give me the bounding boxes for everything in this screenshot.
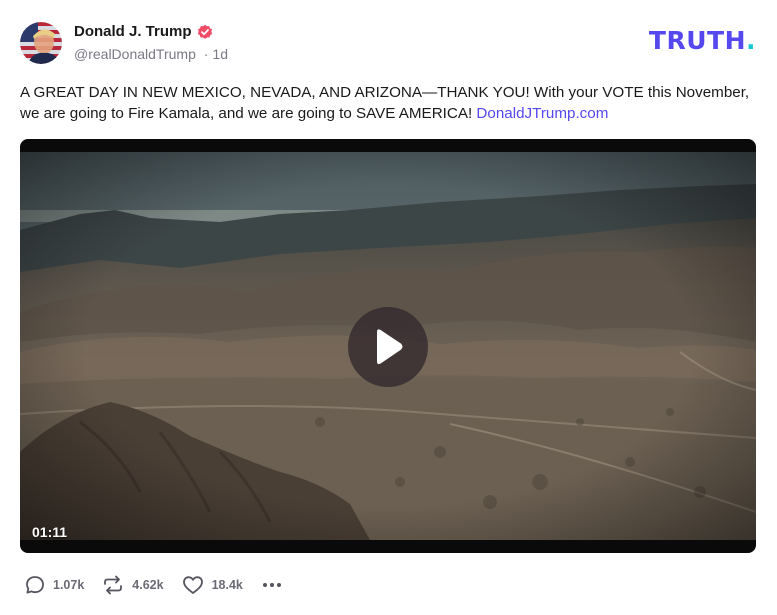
reply-count: 1.07k (53, 578, 85, 592)
more-options-button[interactable] (261, 575, 283, 595)
like-button[interactable]: 18.4k (182, 575, 243, 595)
post-link[interactable]: DonaldJTrump.com (476, 105, 608, 122)
truth-post: Donald J. Trump @realDonaldTrump · 1d TRU… (0, 0, 777, 615)
reply-button[interactable]: 1.07k (25, 575, 84, 595)
truth-social-logo[interactable]: TRUTH. (649, 28, 756, 53)
author-name[interactable]: Donald J. Trump (74, 23, 192, 40)
author-name-row[interactable]: Donald J. Trump (74, 23, 213, 40)
handle-line: @realDonaldTrump · 1d (74, 46, 228, 62)
comment-bubble-icon (26, 576, 44, 594)
author-handle[interactable]: @realDonaldTrump (74, 46, 196, 62)
video-player[interactable]: 01:11 (20, 139, 756, 553)
verified-badge-icon (197, 24, 213, 40)
video-duration: 01:11 (32, 524, 68, 540)
retruth-count: 4.62k (132, 578, 164, 592)
post-actions: 1.07k 4.62k 18.4k (25, 574, 301, 596)
play-button[interactable] (348, 307, 428, 387)
post-body: A GREAT DAY IN NEW MEXICO, NEVADA, AND A… (20, 84, 750, 122)
post-text: A GREAT DAY IN NEW MEXICO, NEVADA, AND A… (20, 82, 760, 124)
brand-wordmark: TRUTH (648, 26, 746, 55)
like-count: 18.4k (211, 578, 243, 592)
author-avatar[interactable] (20, 22, 62, 64)
more-dots-icon (262, 583, 281, 587)
separator-dot: · (203, 46, 209, 62)
post-time[interactable]: 1d (212, 46, 228, 62)
retruth-button[interactable]: 4.62k (102, 575, 164, 595)
play-icon (377, 329, 403, 365)
heart-icon (182, 576, 203, 594)
repost-arrows-icon (104, 575, 123, 595)
brand-dot: . (746, 26, 756, 55)
